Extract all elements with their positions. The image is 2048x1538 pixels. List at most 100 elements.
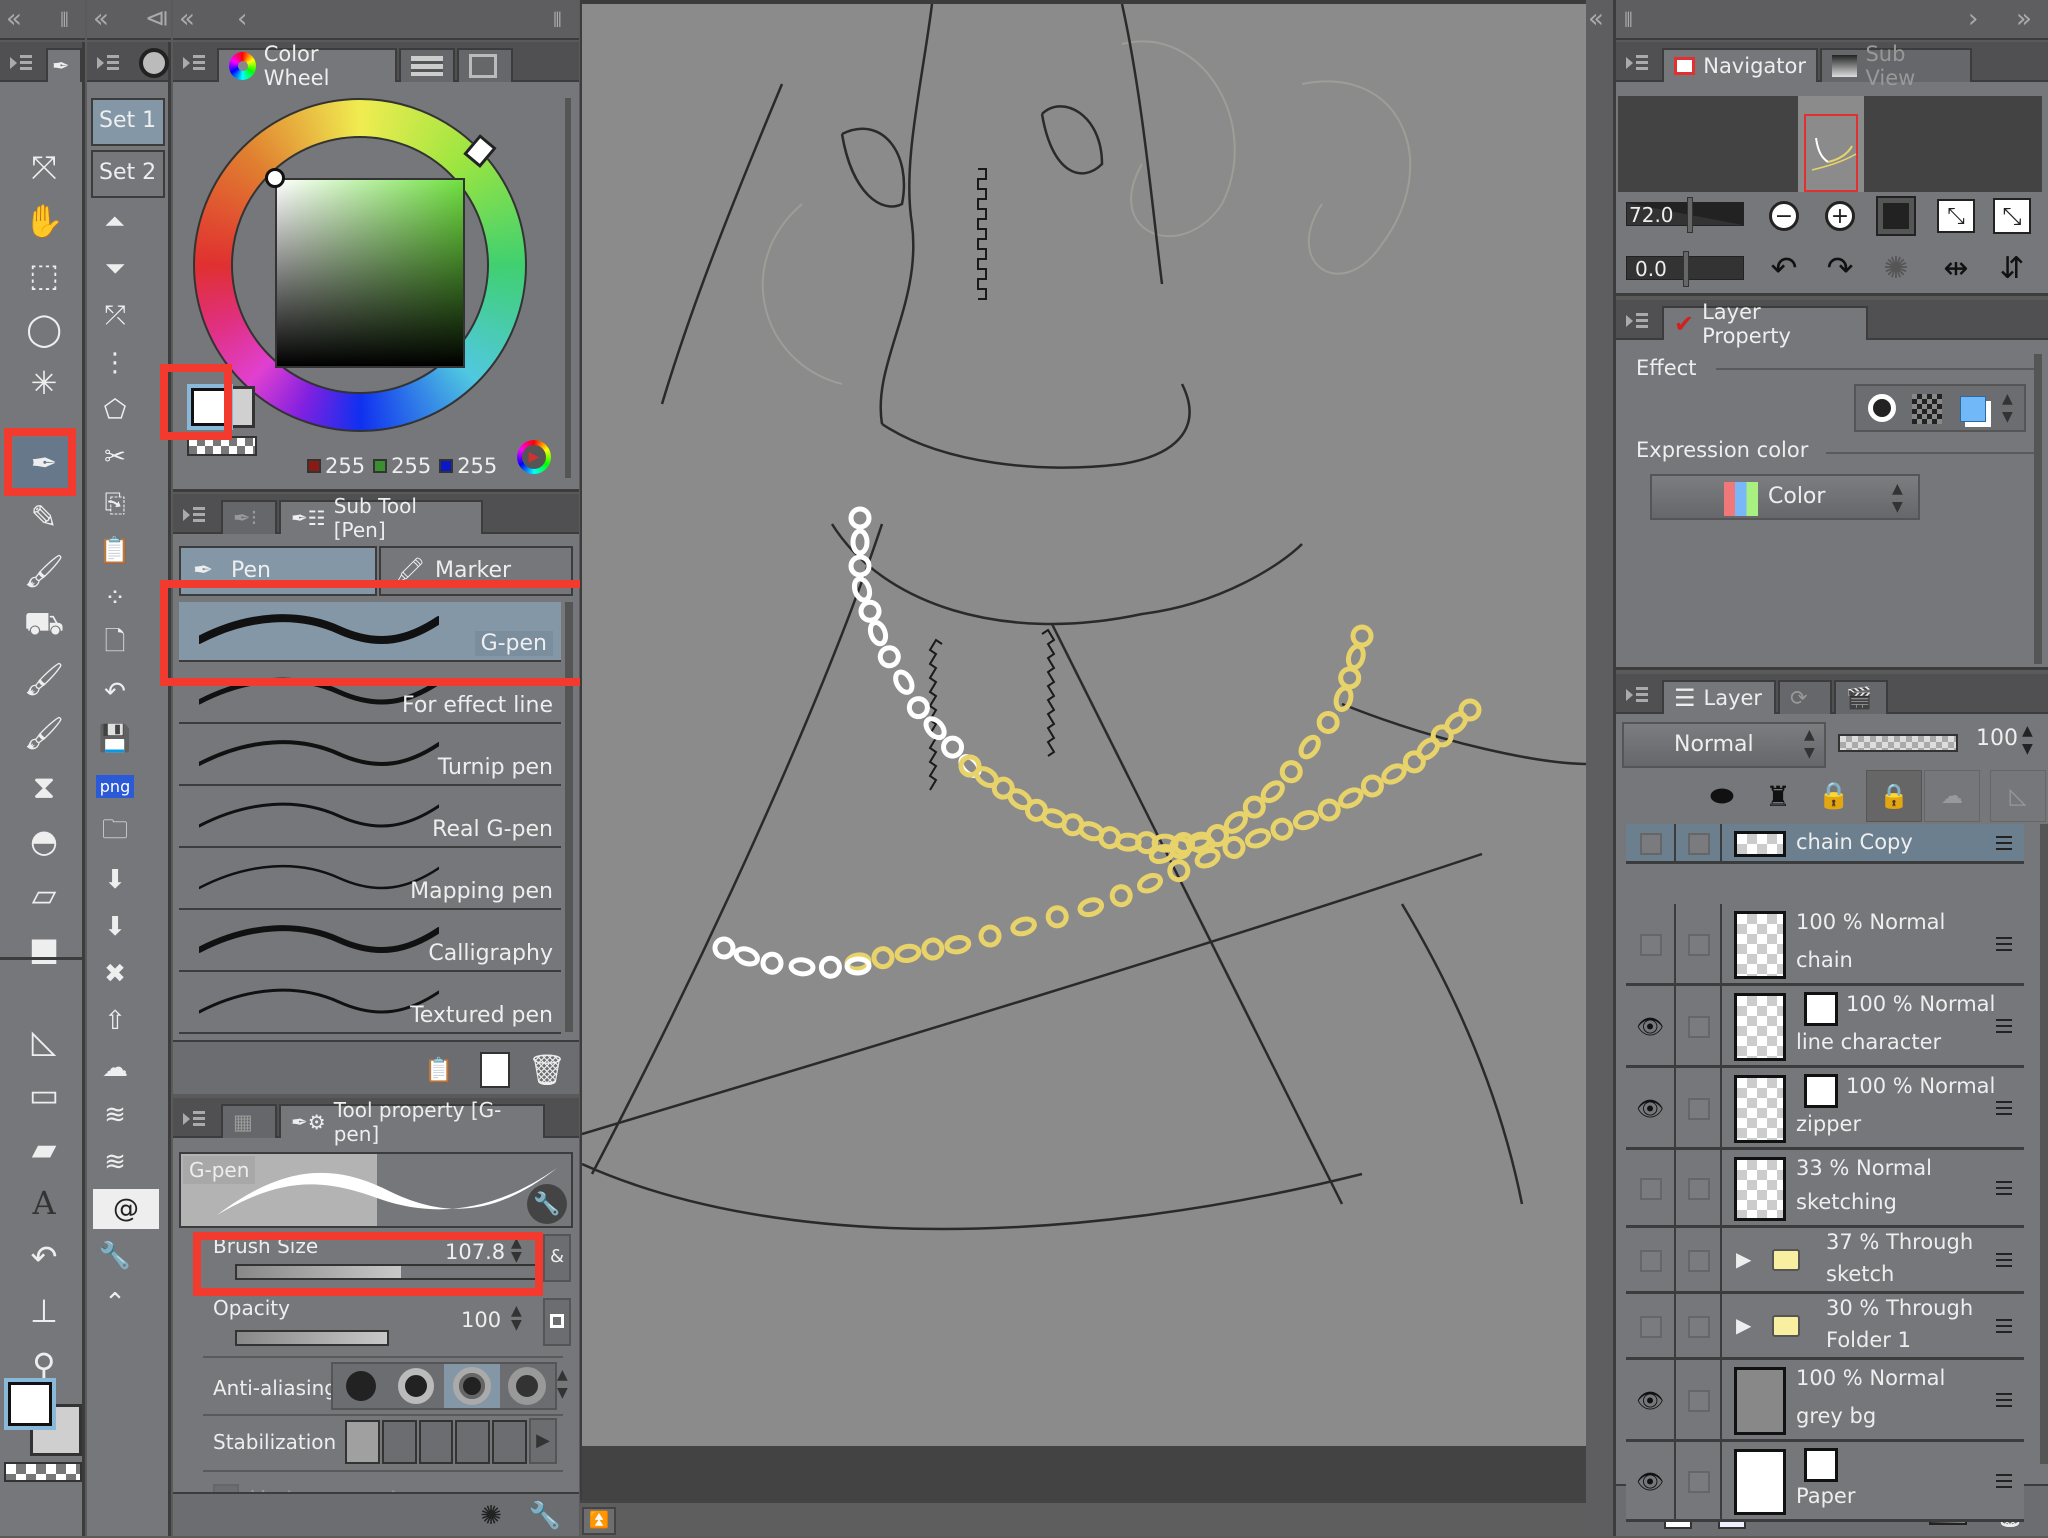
copy-sub-tool-button[interactable]: 📋 (417, 1048, 461, 1092)
actual-size-button[interactable] (1874, 194, 1918, 238)
revert-button[interactable]: ↶ (93, 672, 137, 712)
correct-line-tool[interactable]: ⊥ (14, 1286, 74, 1336)
stepper-icon[interactable]: ▲ ▼ (2022, 722, 2033, 758)
edit-target-checkbox[interactable] (1688, 1316, 1710, 1338)
fit-to-screen-button[interactable]: ⤡ (1934, 194, 1978, 238)
edit-target-checkbox[interactable] (1688, 1178, 1710, 1200)
panel-menu-icon[interactable] (183, 1110, 209, 1128)
rotate-right-button[interactable]: ↷ (1818, 246, 1862, 290)
visibility-cell[interactable]: 👁 (1626, 1442, 1676, 1519)
new-file-button[interactable]: 🗋 (93, 625, 137, 665)
panel-menu-icon[interactable] (1626, 54, 1652, 72)
brush-item[interactable]: Calligraphy (179, 912, 561, 972)
collapse-left-icon[interactable]: « (1588, 4, 1604, 34)
mesh-transform-button[interactable]: ⋮ (93, 343, 137, 383)
tab-animation[interactable]: 🎬 (1834, 680, 1888, 714)
copy-button[interactable]: ⎘ (93, 484, 137, 524)
tone-effect-button[interactable] (1912, 394, 1942, 424)
layer-row[interactable]: 33 % Normal sketching (1626, 1150, 2024, 1228)
mask-button[interactable]: ☁ (1924, 770, 1980, 822)
scrollbar[interactable] (565, 98, 571, 478)
reset-rotation-button[interactable]: ✺ (1874, 246, 1918, 290)
edit-target-checkbox[interactable] (1688, 1098, 1710, 1120)
wrench-button[interactable]: 🔧 (93, 1236, 137, 1276)
stabilization-slider[interactable] (345, 1420, 527, 1464)
layer-menu-icon[interactable] (1996, 1319, 2012, 1335)
aa-weak[interactable] (389, 1364, 445, 1408)
flip-vertical-button[interactable]: ⇵ (1990, 246, 2034, 290)
zoom-slider[interactable]: 72.0 (1626, 197, 1744, 233)
layer-row[interactable]: ▶ 37 % Through sketch (1626, 1228, 2024, 1294)
blend-mode-select[interactable]: Normal ▲ ▼ (1622, 722, 1826, 768)
canvas[interactable] (580, 0, 1586, 1446)
sub-tool-detail-button[interactable]: 🔧 (523, 1494, 567, 1538)
pen-tool[interactable]: ✒ (14, 438, 74, 488)
tab-layer-property[interactable]: ✔ Layer Property (1662, 300, 1868, 348)
edit-target-checkbox[interactable] (1688, 833, 1710, 855)
airbrush-tool[interactable]: 🖌 (14, 708, 74, 758)
edit-target-checkbox[interactable] (1688, 934, 1710, 956)
panel-menu-icon[interactable] (1626, 312, 1652, 330)
edit-target-cell[interactable] (1676, 1360, 1722, 1439)
brush-size-value[interactable]: 107.8 (445, 1240, 505, 1264)
edit-target-cell[interactable] (1676, 824, 1722, 861)
move-tool[interactable]: ✋ (14, 196, 74, 246)
visibility-checkbox[interactable] (1640, 934, 1662, 956)
rotation-value[interactable]: 0.0 (1635, 257, 1667, 281)
reset-button[interactable]: ✺ (469, 1494, 513, 1538)
tab-search-layer[interactable]: ⟳ (1778, 680, 1832, 714)
flip-horizontal-button[interactable]: ⇹ (1934, 246, 1978, 290)
layer-menu-icon[interactable] (1996, 1253, 2012, 1269)
visibility-cell[interactable]: 👁 (1626, 1360, 1676, 1439)
tab-color-set[interactable] (457, 48, 513, 82)
opacity-settings-button[interactable] (543, 1298, 571, 1346)
edit-target-checkbox[interactable] (1688, 1471, 1710, 1493)
brush-item[interactable]: Turnip pen (179, 726, 561, 786)
import-image-button[interactable]: ⬇ (93, 907, 137, 947)
layer-row[interactable]: 👁 100 % Normal grey bg (1626, 1360, 2024, 1442)
layer-row[interactable]: 100 % Normal chain (1626, 904, 2024, 986)
visibility-cell[interactable] (1626, 824, 1676, 861)
edit-target-checkbox[interactable] (1688, 1250, 1710, 1272)
visibility-checkbox[interactable] (1640, 1250, 1662, 1272)
set-2-tab[interactable]: Set 2 (91, 150, 165, 198)
paste-button[interactable]: 📋 (93, 531, 137, 571)
eye-icon[interactable]: 👁 (1636, 1097, 1664, 1122)
rotation-slider[interactable]: 0.0 (1626, 251, 1744, 287)
text-tool[interactable]: A (14, 1178, 74, 1228)
pressure-settings-button[interactable]: & (543, 1234, 571, 1282)
lock-layer-button[interactable]: 🔒 (1812, 774, 1856, 818)
eye-icon[interactable]: 👁 (1636, 1389, 1664, 1414)
edit-target-cell[interactable] (1676, 1068, 1722, 1147)
color-mode-toggle[interactable]: ▶ (517, 440, 551, 474)
zoom-out-button[interactable]: − (1762, 194, 1806, 238)
tab-tool-property[interactable]: ✒⚙ Tool property [G-pen] (279, 1098, 545, 1146)
visibility-cell[interactable]: 👁 (1626, 1068, 1676, 1147)
free-transform-button[interactable]: ⬠ (93, 390, 137, 430)
layer-opacity-value[interactable]: 100 (1976, 726, 2018, 751)
tab-color-wheel[interactable]: Color Wheel (217, 42, 397, 90)
border-effect-button[interactable] (1868, 394, 1896, 422)
delete-sub-tool-button[interactable]: 🗑 (525, 1048, 569, 1092)
brush-size-slider[interactable] (235, 1264, 535, 1280)
scroll-down-button[interactable]: ⏷ (93, 249, 137, 289)
eraser-tool[interactable]: ▱ (14, 870, 74, 920)
collapse-right-icon[interactable]: » (2016, 4, 2032, 34)
rotate-left-button[interactable]: ↶ (1762, 246, 1806, 290)
layer-row[interactable]: ▶ 30 % Through Folder 1 (1626, 1294, 2024, 1360)
expand-folder-icon[interactable]: ▶ (1736, 1247, 1751, 1271)
edit-target-cell[interactable] (1676, 1294, 1722, 1357)
collapse-left-icon[interactable]: « (93, 4, 109, 34)
selection-tool[interactable]: ◯ (14, 304, 74, 354)
panel-menu-icon[interactable] (1626, 686, 1652, 704)
auto-select-tool[interactable]: ✳ (14, 358, 74, 408)
sv-picker-handle[interactable] (265, 168, 285, 188)
layer-menu-icon[interactable] (1996, 1019, 2012, 1035)
brush-item[interactable]: Textured pen (179, 974, 561, 1034)
open-button[interactable]: 🗀 (93, 813, 137, 853)
collapse-left-icon[interactable]: « (179, 4, 195, 34)
export-png-button[interactable]: png (93, 766, 137, 806)
lock-transparent-button[interactable]: 🔒 (1866, 770, 1922, 822)
clear-button[interactable]: ✖ (93, 954, 137, 994)
brush-item[interactable]: G-pen (179, 602, 561, 662)
